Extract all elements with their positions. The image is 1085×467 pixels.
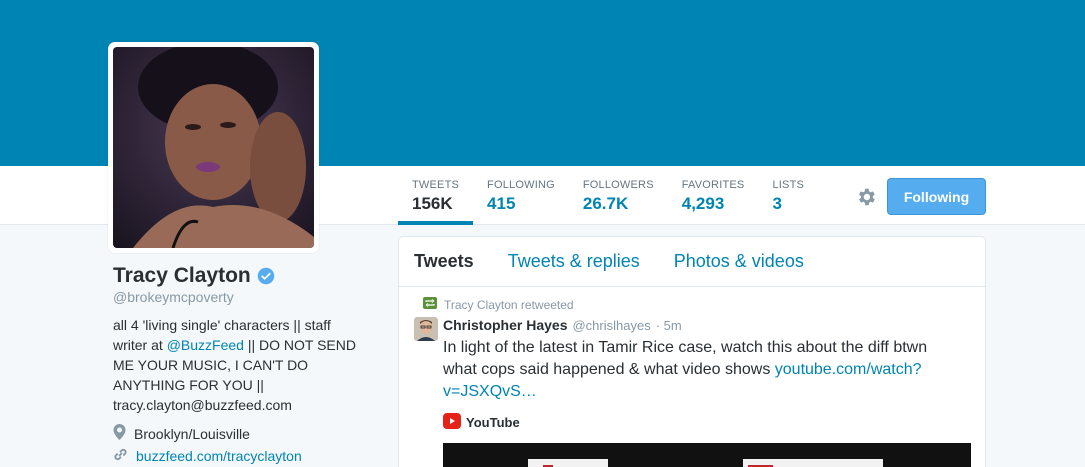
stat-tweets[interactable]: TWEETS 156K — [398, 166, 474, 225]
verified-badge-icon — [257, 267, 275, 285]
tab-tweets[interactable]: Tweets — [414, 251, 474, 272]
location-pin-icon — [113, 424, 126, 443]
stat-label: FAVORITES — [681, 179, 745, 191]
stat-value: 156K — [412, 194, 453, 213]
profile-handle[interactable]: @brokeymcpoverty — [113, 289, 234, 305]
tweet-author-name[interactable]: Christopher Hayes — [443, 317, 567, 333]
stat-favorites[interactable]: FAVORITES 4,293 — [668, 166, 759, 225]
stat-value: 4,293 — [681, 194, 725, 213]
stat-label: TWEETS — [412, 179, 460, 191]
timeline-panel: Tweets Tweets & replies Photos & videos … — [398, 236, 986, 467]
stat-following[interactable]: FOLLOWING 415 — [473, 166, 569, 225]
location-text: Brooklyn/Louisville — [134, 425, 250, 442]
website-link[interactable]: buzzfeed.com/tracyclayton — [136, 448, 302, 464]
following-button[interactable]: Following — [887, 178, 986, 215]
tweet-header: Christopher Hayes @chrislhayes · 5m — [443, 317, 682, 333]
avatar-photo — [113, 47, 314, 248]
tweet-timestamp[interactable]: · 5m — [656, 318, 682, 333]
stat-label: FOLLOWING — [487, 179, 555, 191]
stat-lists[interactable]: LISTS 3 — [758, 166, 818, 225]
card-source[interactable]: YouTube — [443, 412, 520, 433]
tweet-text: In light of the latest in Tamir Rice cas… — [443, 337, 963, 403]
tab-photos-and-videos[interactable]: Photos & videos — [674, 251, 804, 272]
retweet-icon — [423, 297, 437, 312]
card-source-label: YouTube — [466, 415, 520, 430]
profile-avatar[interactable] — [108, 42, 319, 253]
profile-stats: TWEETS 156K FOLLOWING 415 FOLLOWERS 26.7… — [398, 166, 818, 225]
profile-name: Tracy Clayton — [113, 264, 275, 288]
retweet-context: Tracy Clayton retweeted — [423, 297, 574, 312]
link-icon — [113, 447, 128, 465]
stat-followers[interactable]: FOLLOWERS 26.7K — [569, 166, 668, 225]
profile-bio: all 4 'living single' characters || staf… — [113, 315, 363, 415]
stat-label: LISTS — [772, 179, 805, 191]
tweet-author-avatar[interactable] — [414, 317, 438, 341]
youtube-icon — [443, 412, 461, 433]
video-preview[interactable] — [443, 443, 971, 467]
profile-location: Brooklyn/Louisville — [113, 424, 250, 443]
gear-icon[interactable] — [855, 186, 877, 208]
profile-website[interactable]: buzzfeed.com/tracyclayton — [113, 447, 302, 465]
tab-tweets-and-replies[interactable]: Tweets & replies — [508, 251, 640, 272]
stat-label: FOLLOWERS — [582, 179, 654, 191]
profile-name-text: Tracy Clayton — [113, 264, 251, 287]
retweet-label[interactable]: Tracy Clayton retweeted — [444, 298, 574, 312]
stat-value: 415 — [487, 194, 516, 213]
timeline-tabs: Tweets Tweets & replies Photos & videos — [399, 237, 985, 287]
stat-value: 3 — [772, 194, 782, 213]
bio-mention-link[interactable]: @BuzzFeed — [167, 337, 244, 353]
tweet-author-handle[interactable]: @chrislhayes — [572, 318, 650, 333]
stat-value: 26.7K — [582, 194, 629, 213]
